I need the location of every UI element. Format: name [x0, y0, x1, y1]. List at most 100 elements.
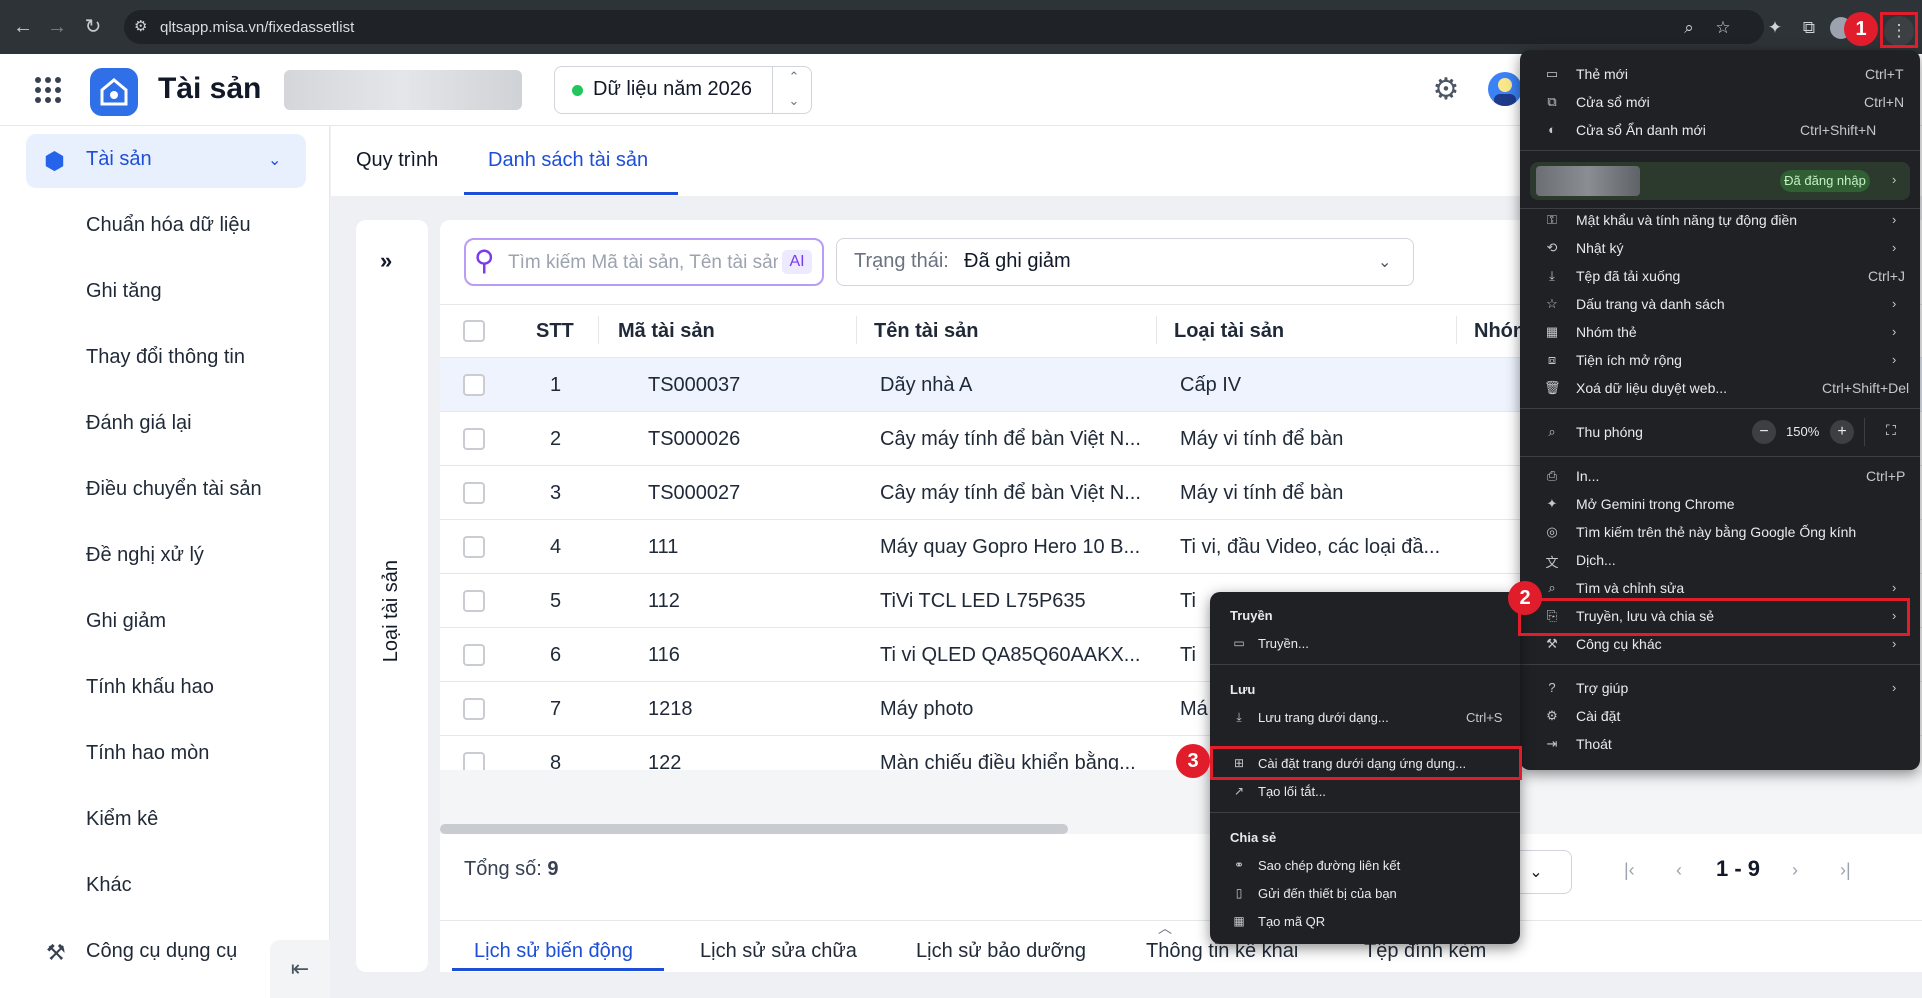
- row-checkbox[interactable]: [463, 536, 485, 558]
- apps-grid-icon[interactable]: [34, 76, 62, 104]
- sidebar-item[interactable]: Chuẩn hóa dữ liệu: [86, 214, 251, 237]
- extension-icon[interactable]: ✦: [1762, 15, 1788, 41]
- menu-item-new-tab[interactable]: Thẻ mới: [1576, 66, 1628, 82]
- sidebar-item[interactable]: Tính khấu hao: [86, 676, 214, 699]
- sidebar-item[interactable]: Ghi tăng: [86, 280, 162, 303]
- column-header[interactable]: STT: [536, 320, 574, 343]
- row-checkbox[interactable]: [463, 644, 485, 666]
- cell-type: Ti: [1180, 590, 1196, 612]
- row-checkbox[interactable]: [463, 698, 485, 720]
- column-header[interactable]: Loại tài sản: [1174, 320, 1284, 343]
- chevron-right-icon: ›: [1892, 580, 1897, 595]
- menu-item-more-tools[interactable]: Công cụ khác: [1576, 636, 1662, 652]
- site-info-icon[interactable]: ⚙: [134, 17, 147, 35]
- sidebar-item[interactable]: Điều chuyển tài sản: [86, 478, 262, 501]
- forward-icon[interactable]: →: [44, 14, 70, 40]
- first-page-icon[interactable]: |‹: [1624, 860, 1635, 881]
- chevron-down-icon[interactable]: ⌄: [268, 150, 281, 170]
- puzzle-icon[interactable]: ⧉: [1796, 15, 1822, 41]
- next-page-icon[interactable]: ›: [1792, 860, 1798, 881]
- gear-icon[interactable]: ⚙: [1430, 74, 1462, 106]
- menu-item-downloads[interactable]: Tệp đã tải xuống: [1576, 268, 1680, 284]
- menu-item-print[interactable]: In...: [1576, 468, 1599, 484]
- shortcut: Ctrl+Shift+N: [1800, 122, 1877, 138]
- menu-item-help[interactable]: Trợ giúp: [1576, 680, 1628, 696]
- shortcut-icon: ↗: [1233, 784, 1245, 798]
- collapse-sidebar-icon[interactable]: ⇤: [270, 940, 330, 998]
- menu-item-lens[interactable]: Tìm kiếm trên thẻ này bằng Google Ống kí…: [1576, 524, 1856, 540]
- url-text: qltsapp.misa.vn/fixedassetlist: [160, 19, 355, 36]
- sidebar-item[interactable]: Ghi giảm: [86, 610, 166, 633]
- menu-divider: [1210, 664, 1520, 665]
- address-bar[interactable]: [124, 10, 1764, 44]
- chevron-right-icon: ›: [1892, 240, 1897, 255]
- submenu-item-create-shortcut[interactable]: Tạo lối tắt...: [1258, 784, 1326, 799]
- column-divider: [856, 316, 857, 344]
- row-checkbox[interactable]: [463, 752, 485, 770]
- gemini-icon: ✦: [1546, 496, 1558, 511]
- link-icon: ⚭: [1233, 858, 1245, 872]
- cell-stt: 1: [550, 374, 562, 396]
- last-page-icon[interactable]: ›|: [1840, 860, 1851, 881]
- sidebar-item[interactable]: Khác: [86, 874, 132, 897]
- submenu-item-send-device[interactable]: Gửi đến thiết bị của bạn: [1258, 886, 1397, 901]
- submenu-header-cast: Truyền: [1230, 608, 1273, 623]
- zoom-out-button[interactable]: −: [1752, 420, 1776, 444]
- chevron-up-icon[interactable]: ︿: [1158, 918, 1172, 938]
- chevron-down-icon[interactable]: ⌄: [780, 90, 808, 112]
- menu-item-translate[interactable]: Dịch...: [1576, 552, 1616, 568]
- select-all-checkbox[interactable]: [463, 320, 485, 342]
- ai-badge[interactable]: AI: [782, 250, 812, 274]
- row-checkbox[interactable]: [463, 590, 485, 612]
- menu-item-tab-groups[interactable]: Nhóm thẻ: [1576, 324, 1637, 340]
- fullscreen-icon[interactable]: ⛶: [1886, 422, 1896, 439]
- sidebar-item[interactable]: Kiểm kê: [86, 808, 158, 831]
- star-icon[interactable]: ☆: [1710, 15, 1736, 41]
- menu-item-gemini[interactable]: Mở Gemini trong Chrome: [1576, 496, 1735, 512]
- chevron-down-icon[interactable]: ⌄: [1378, 252, 1391, 272]
- menu-item-exit[interactable]: Thoát: [1576, 736, 1612, 752]
- cell-stt: 5: [550, 590, 562, 612]
- menu-item-clear-data[interactable]: Xoá dữ liệu duyệt web...: [1576, 380, 1727, 396]
- sidebar-item[interactable]: Thay đổi thông tin: [86, 346, 245, 369]
- zoom-icon[interactable]: ⌕: [1676, 15, 1702, 41]
- new-window-icon: ⧉: [1547, 94, 1557, 109]
- row-checkbox[interactable]: [463, 374, 485, 396]
- row-checkbox[interactable]: [463, 482, 485, 504]
- cell-name: Máy photo: [880, 698, 974, 720]
- menu-item-history[interactable]: Nhật ký: [1576, 240, 1623, 256]
- tab-lich-su-sua-chua[interactable]: Lịch sử sửa chữa: [700, 940, 857, 963]
- column-header[interactable]: Mã tài sản: [618, 320, 715, 343]
- avatar[interactable]: [1488, 72, 1522, 106]
- sidebar-item[interactable]: Đề nghị xử lý: [86, 544, 204, 567]
- reload-icon[interactable]: ↻: [80, 14, 106, 40]
- submenu-item-cast[interactable]: Truyền...: [1258, 636, 1309, 651]
- prev-page-icon[interactable]: ‹: [1676, 860, 1682, 881]
- sidebar-item[interactable]: Tính hao mòn: [86, 742, 209, 765]
- back-icon[interactable]: ←: [10, 14, 36, 40]
- menu-item-new-window[interactable]: Cửa sổ mới: [1576, 94, 1650, 110]
- tab-lich-su-bao-duong[interactable]: Lịch sử bảo dưỡng: [916, 940, 1086, 963]
- row-checkbox[interactable]: [463, 428, 485, 450]
- menu-item-incognito[interactable]: Cửa sổ Ẩn danh mới: [1576, 122, 1706, 138]
- column-header[interactable]: Tên tài sản: [874, 320, 978, 343]
- sidebar-item[interactable]: Đánh giá lại: [86, 412, 192, 435]
- tab-quy-trinh[interactable]: Quy trình: [356, 149, 438, 172]
- sidebar-item[interactable]: Công cụ dụng cụ: [86, 940, 237, 963]
- submenu-item-save-as[interactable]: Lưu trang dưới dạng...: [1258, 710, 1389, 725]
- horizontal-scrollbar[interactable]: [440, 824, 1068, 834]
- tab-danh-sach-tai-san[interactable]: Danh sách tài sản: [488, 149, 648, 172]
- chrome-menu: [1520, 50, 1920, 770]
- highlight-box-1: [1880, 12, 1918, 48]
- menu-item-settings[interactable]: Cài đặt: [1576, 708, 1620, 724]
- zoom-in-button[interactable]: +: [1830, 420, 1854, 444]
- submenu-item-copy-link[interactable]: Sao chép đường liên kết: [1258, 858, 1400, 873]
- tab-lich-su-bien-dong[interactable]: Lịch sử biến động: [474, 940, 633, 963]
- expand-icon[interactable]: »: [380, 248, 392, 274]
- submenu-item-qr[interactable]: Tạo mã QR: [1258, 914, 1325, 929]
- menu-item-passwords[interactable]: Mật khẩu và tính năng tự động điền: [1576, 212, 1797, 228]
- menu-item-find-edit[interactable]: Tìm và chỉnh sửa: [1576, 580, 1684, 596]
- chevron-up-icon[interactable]: ⌃: [780, 66, 808, 88]
- menu-item-extensions[interactable]: Tiện ích mở rộng: [1576, 352, 1682, 368]
- menu-item-bookmarks[interactable]: Dấu trang và danh sách: [1576, 296, 1725, 312]
